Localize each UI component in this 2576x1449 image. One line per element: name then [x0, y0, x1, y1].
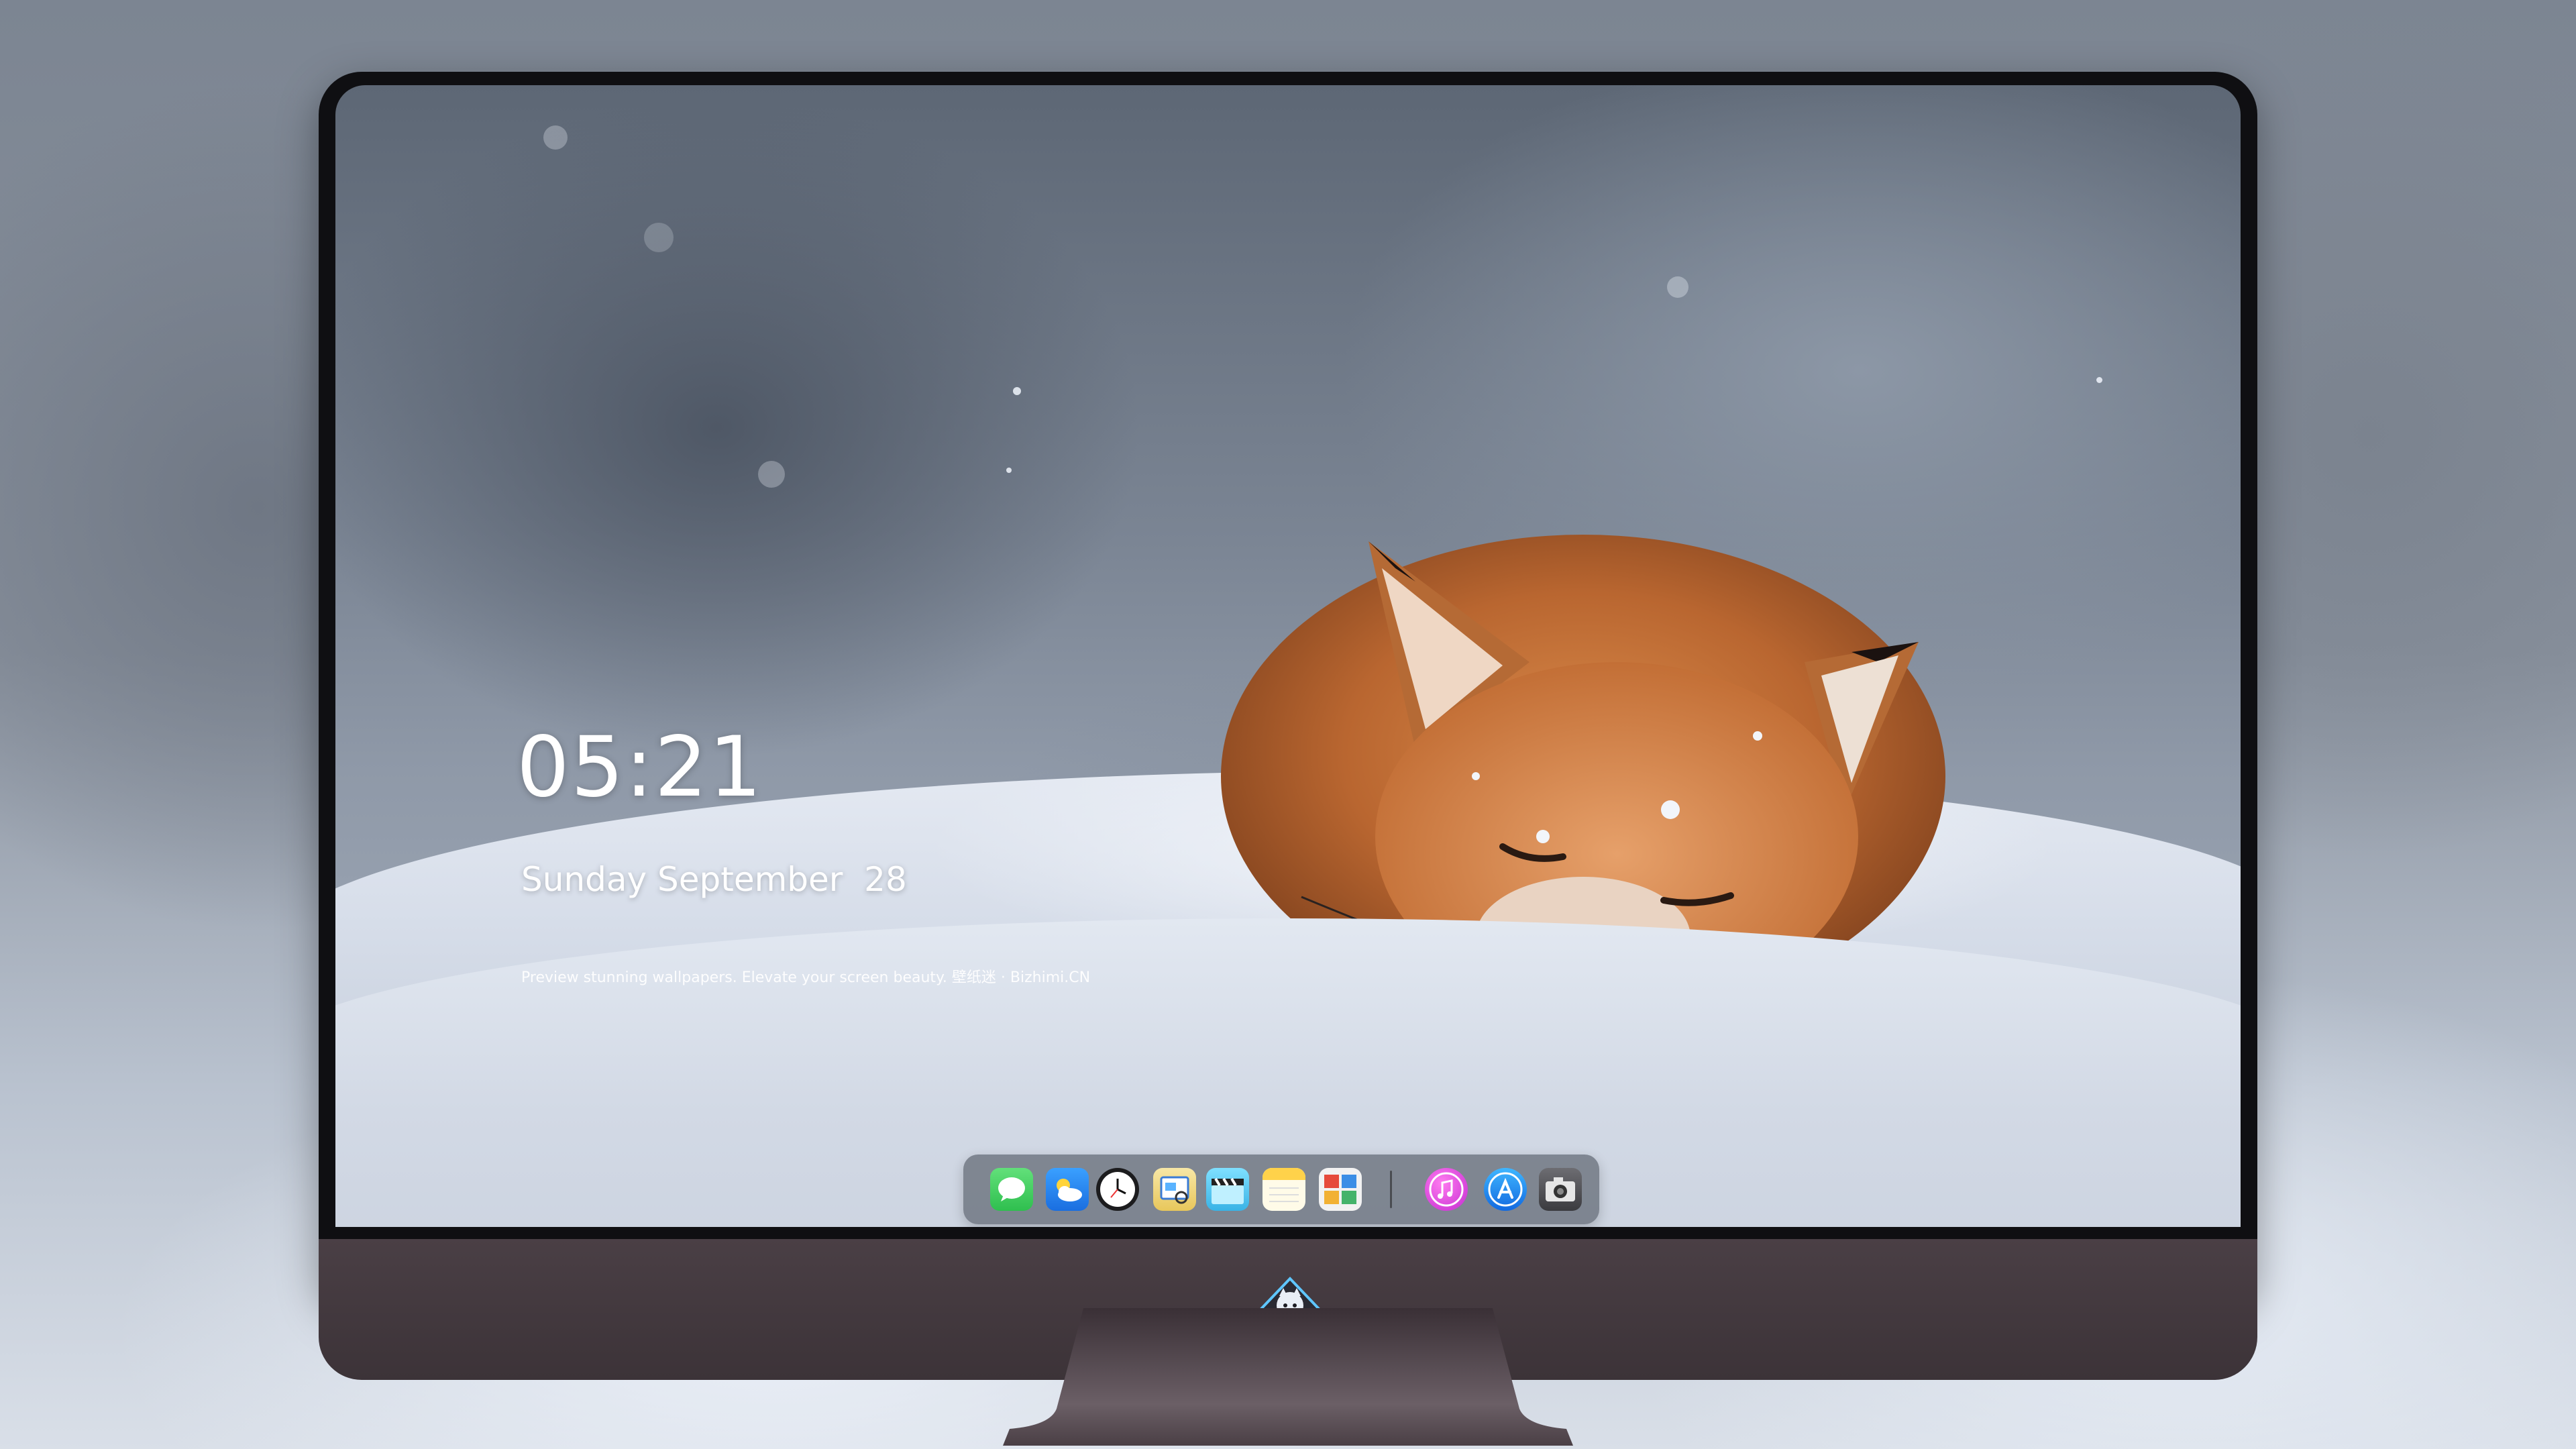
desktop-screen: 05:21 Sunday September 28 Preview stunni… [335, 85, 2241, 1227]
preview-icon[interactable] [1153, 1168, 1196, 1211]
snowflake [1667, 276, 1688, 298]
widget-calendar-icon[interactable] [1319, 1168, 1362, 1211]
weather-icon[interactable] [1046, 1168, 1089, 1211]
wallpaper-tagline: Preview stunning wallpapers. Elevate you… [521, 969, 1091, 986]
dock [963, 1155, 1599, 1224]
snowflake [758, 461, 785, 488]
monitor-stand [1003, 1308, 1573, 1446]
snowflake [543, 125, 568, 150]
snowflake [1013, 387, 1021, 395]
monitor: 05:21 Sunday September 28 Preview stunni… [319, 72, 2257, 1380]
lock-screen-time: 05:21 [517, 719, 763, 816]
clock-icon[interactable] [1096, 1168, 1139, 1211]
lock-screen-date: Sunday September 28 [521, 860, 907, 899]
notes-icon[interactable] [1263, 1168, 1305, 1211]
snowflake [1006, 468, 1012, 473]
snowflake [644, 223, 674, 252]
app-store-icon[interactable] [1484, 1168, 1527, 1211]
music-note-icon[interactable] [1425, 1168, 1468, 1211]
dock-separator [1390, 1171, 1392, 1208]
clapperboard-icon[interactable] [1206, 1168, 1249, 1211]
camera-icon[interactable] [1539, 1168, 1582, 1211]
messages-icon[interactable] [990, 1168, 1033, 1211]
snowflake [2096, 377, 2102, 383]
